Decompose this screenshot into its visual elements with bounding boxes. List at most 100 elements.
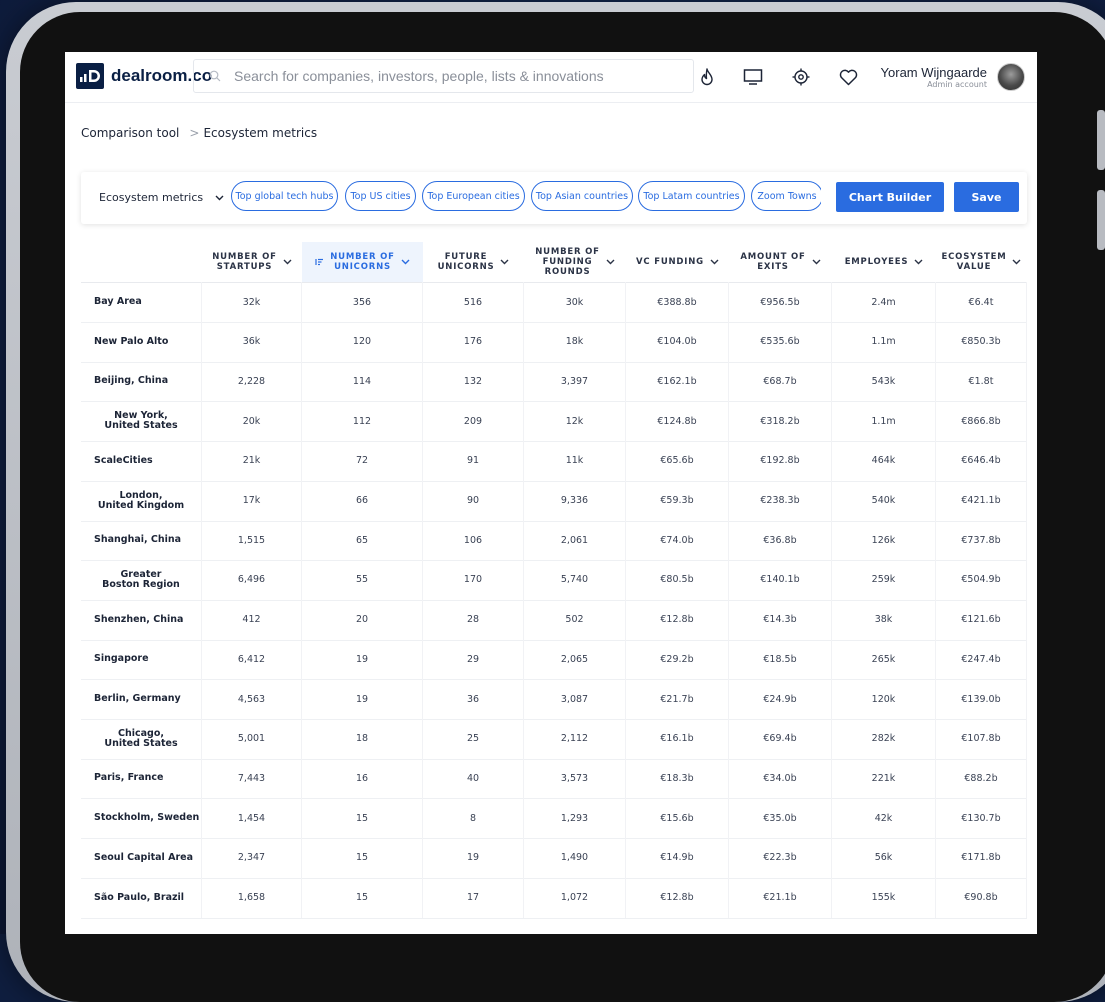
ecosystem-name[interactable]: São Paulo, Brazil [81, 877, 202, 918]
column-header[interactable]: EMPLOYEES [832, 242, 936, 282]
table-row[interactable]: Beijing, China 2,228 114 132 3,397 €162.1b €68… [81, 361, 1027, 403]
column-header[interactable]: VC FUNDING [626, 242, 729, 282]
table-row[interactable]: Singapore 6,412 19 29 2,065 €29.2b €18.5b 265k €… [81, 639, 1027, 681]
monitor-icon[interactable] [742, 66, 764, 88]
table-row[interactable]: Stockholm, Sweden 1,454 15 8 1,293 €15.6b €35.… [81, 798, 1027, 840]
chart-builder-button[interactable]: Chart Builder [836, 182, 944, 212]
ecosystem-name[interactable]: Seoul Capital Area [81, 837, 202, 878]
column-header-label: EMPLOYEES [844, 257, 909, 267]
table-cell: 19 [302, 639, 423, 680]
sort-descending-icon [315, 258, 324, 266]
table-row[interactable]: Shanghai, China 1,515 65 106 2,061 €74.0b €36.… [81, 520, 1027, 562]
avatar[interactable] [997, 63, 1025, 91]
column-header-label: ECOSYSTEM VALUE [941, 252, 1007, 272]
logo-icon [76, 63, 104, 89]
table-row[interactable]: Chicago, United States 5,001 18 25 2,112 €16.… [81, 718, 1027, 760]
table-row[interactable]: Bay Area 32k 356 516 30k €388.8b €956.5b 2.4m €6… [81, 282, 1027, 323]
table-cell: €90.8b [936, 877, 1027, 918]
search-box[interactable] [193, 59, 694, 93]
table-row[interactable]: Paris, France 7,443 16 40 3,573 €18.3b €34.0b 2… [81, 758, 1027, 800]
table-cell: €124.8b [626, 401, 729, 442]
ecosystem-name[interactable]: Singapore [81, 639, 202, 680]
table-cell: €69.4b [729, 718, 832, 759]
column-header[interactable]: ECOSYSTEM VALUE [936, 242, 1027, 282]
table-cell: 6,412 [202, 639, 302, 680]
breadcrumb-root[interactable]: Comparison tool [81, 126, 179, 140]
ecosystem-name[interactable]: London, United Kingdom [81, 480, 202, 521]
target-icon[interactable] [790, 66, 812, 88]
table-cell: 90 [423, 480, 524, 521]
search-input[interactable] [232, 67, 676, 85]
table-row[interactable]: São Paulo, Brazil 1,658 15 17 1,072 €12.8b €21… [81, 877, 1027, 919]
table-cell: 1.1m [832, 401, 936, 442]
column-header[interactable]: NUMBER OF STARTUPS [202, 242, 302, 282]
table-row[interactable]: New Palo Alto 36k 120 176 18k €104.0b €535.6b 1… [81, 321, 1027, 363]
table-cell: €192.8b [729, 440, 832, 481]
ecosystem-name[interactable]: Greater Boston Region [81, 559, 202, 600]
preset-chips: Top global tech hubs Top US cities Top E… [231, 180, 821, 214]
table-row[interactable]: Berlin, Germany 4,563 19 36 3,087 €21.7b €24.9… [81, 679, 1027, 720]
table-row[interactable]: Greater Boston Region 6,496 55 170 5,740 €80.… [81, 559, 1027, 601]
table-cell: €866.8b [936, 401, 1027, 442]
table-cell: €74.0b [626, 520, 729, 561]
table-cell: €68.7b [729, 361, 832, 402]
save-button[interactable]: Save [954, 182, 1019, 212]
table-row[interactable]: Shenzhen, China 412 20 28 502 €12.8b €14.3b 38k… [81, 599, 1027, 641]
chip-top-latam-countries[interactable]: Top Latam countries [638, 181, 745, 211]
table-cell: 221k [832, 758, 936, 799]
ecosystem-name[interactable]: Beijing, China [81, 361, 202, 402]
chip-top-asian-countries[interactable]: Top Asian countries [531, 181, 633, 211]
chevron-down-icon[interactable] [606, 259, 615, 265]
chevron-down-icon[interactable] [812, 259, 821, 265]
logo[interactable]: dealroom.co [76, 63, 212, 89]
filter-toolbar: Ecosystem metrics Top global tech hubs T… [81, 172, 1027, 224]
chevron-down-icon[interactable] [914, 259, 923, 265]
chip-top-global-tech-hubs[interactable]: Top global tech hubs [231, 181, 338, 211]
ecosystem-name[interactable]: Stockholm, Sweden [81, 798, 202, 839]
table-cell: €21.7b [626, 679, 729, 719]
ecosystem-name[interactable]: Bay Area [81, 282, 202, 322]
chevron-down-icon[interactable] [1012, 259, 1021, 265]
user-menu[interactable]: Yoram Wijngaarde Admin account [881, 63, 1025, 91]
table-row[interactable]: New York, United States 20k 112 209 12k €124.… [81, 401, 1027, 443]
column-header[interactable]: AMOUNT OF EXITS [729, 242, 832, 282]
chevron-down-icon[interactable] [401, 259, 410, 265]
table-row[interactable]: London, United Kingdom 17k 66 90 9,336 €59.3b… [81, 480, 1027, 522]
ecosystem-name[interactable]: ScaleCities [81, 440, 202, 481]
table-cell: 540k [832, 480, 936, 521]
ecosystem-name[interactable]: Paris, France [81, 758, 202, 799]
table-row[interactable]: ScaleCities 21k 72 91 11k €65.6b €192.8b 464k €6… [81, 440, 1027, 482]
table-cell: 9,336 [524, 480, 626, 521]
table-cell: €15.6b [626, 798, 729, 839]
table-cell: 29 [423, 639, 524, 680]
chip-top-european-cities[interactable]: Top European cities [422, 181, 525, 211]
heart-icon[interactable] [837, 66, 859, 88]
ecosystem-name[interactable]: Shanghai, China [81, 520, 202, 561]
chevron-down-icon[interactable] [283, 259, 292, 265]
chevron-down-icon[interactable] [500, 259, 509, 265]
chip-zoom-towns[interactable]: Zoom Towns [751, 181, 821, 211]
ecosystem-name[interactable]: New Palo Alto [81, 321, 202, 362]
column-header[interactable]: NUMBER OF FUNDING ROUNDS [524, 242, 626, 282]
chevron-down-icon[interactable] [710, 259, 719, 265]
table-cell: 209 [423, 401, 524, 442]
column-header[interactable]: FUTURE UNICORNS [423, 242, 524, 282]
ecosystem-name[interactable]: Chicago, United States [81, 718, 202, 759]
flame-icon[interactable] [696, 66, 718, 88]
table-cell: 2,112 [524, 718, 626, 759]
table-cell: 120k [832, 679, 936, 719]
table-cell: €21.1b [729, 877, 832, 918]
table-cell: 17k [202, 480, 302, 521]
table-cell: €14.9b [626, 837, 729, 878]
table-cell: €34.0b [729, 758, 832, 799]
table-cell: 66 [302, 480, 423, 521]
ecosystem-name[interactable]: New York, United States [81, 401, 202, 442]
table-row[interactable]: Seoul Capital Area 2,347 15 19 1,490 €14.9b €2… [81, 837, 1027, 879]
metrics-select[interactable]: Ecosystem metrics [99, 191, 224, 204]
ecosystem-name[interactable]: Shenzhen, China [81, 599, 202, 640]
column-header-label: VC FUNDING [636, 257, 704, 267]
column-header-label: NUMBER OF UNICORNS [330, 252, 395, 272]
column-header[interactable]: NUMBER OF UNICORNS [302, 242, 423, 282]
ecosystem-name[interactable]: Berlin, Germany [81, 679, 202, 719]
chip-top-us-cities[interactable]: Top US cities [345, 181, 416, 211]
